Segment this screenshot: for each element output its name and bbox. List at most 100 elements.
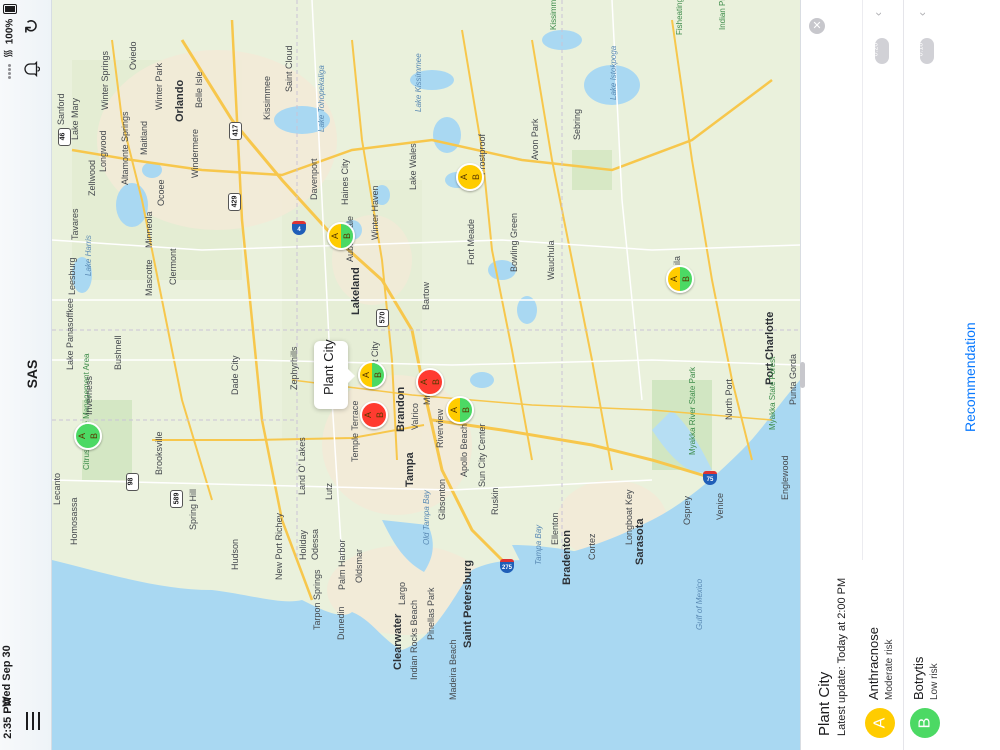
map-place-label: Winter Park xyxy=(154,62,164,110)
map-place-label: Venice xyxy=(715,492,725,520)
map-place-label: Saint Cloud xyxy=(284,45,294,92)
map-place-label: Sebring xyxy=(572,108,582,140)
status-time: 2:35 PM xyxy=(2,697,14,739)
map-place-label: Gibsonton xyxy=(437,478,447,520)
score-pill: 0.26 xyxy=(872,38,889,64)
close-icon: ✕ xyxy=(812,20,822,32)
highway-shield: 429 xyxy=(228,193,241,211)
panel-drag-handle[interactable] xyxy=(800,362,805,388)
map-place-label: Bartow xyxy=(421,281,431,310)
map-place-label: Ocoee xyxy=(156,179,166,206)
risk-marker[interactable]: AB xyxy=(327,222,355,250)
wifi-icon: ᯾ xyxy=(2,48,15,59)
highway-shield: 98 xyxy=(126,473,139,491)
location-callout[interactable]: Plant City xyxy=(314,339,355,409)
disease-risk-level: Moderate risk xyxy=(884,639,895,700)
map-place-label: Englewood xyxy=(780,455,790,500)
chevron-up-icon[interactable]: ‹ xyxy=(915,12,929,16)
menu-icon[interactable] xyxy=(26,712,40,730)
map-place-label: Altamonte Springs xyxy=(120,111,130,185)
map-place-label: Bushnell xyxy=(113,335,123,370)
highway-shield: 46 xyxy=(58,128,71,146)
risk-marker[interactable]: AB xyxy=(416,368,444,396)
marker-half-a: A xyxy=(362,403,374,427)
map-place-label: Indian Rocks Beach xyxy=(409,599,419,680)
map-place-label: Lecanto xyxy=(52,472,62,505)
app-title: SAS xyxy=(24,359,40,389)
map-place-label: Sanford xyxy=(56,93,66,125)
risk-marker[interactable]: AB xyxy=(74,422,102,450)
map-place-label: Mascotte xyxy=(144,259,154,296)
map-place-label: Kissimmee xyxy=(262,75,272,120)
map-place-label: Kissimmee Prairie Preserve xyxy=(549,0,558,30)
risk-marker[interactable]: AB xyxy=(358,361,386,389)
callout-label: Plant City xyxy=(321,339,336,395)
refresh-icon[interactable]: ↻ xyxy=(22,15,44,37)
risk-marker[interactable]: AB xyxy=(446,396,474,424)
map-place-label: Brandon xyxy=(395,386,407,432)
risk-marker[interactable]: AB xyxy=(666,265,694,293)
map-place-label: Zellwood xyxy=(87,159,97,196)
map-place-label: Tampa xyxy=(404,452,416,487)
map-place-label: Zephyrhills xyxy=(289,346,299,390)
marker-half-b: B xyxy=(372,363,384,387)
map-place-label: Bradenton xyxy=(561,530,573,585)
map-place-label: Tampa Bay xyxy=(534,524,543,565)
risk-marker[interactable]: AB xyxy=(456,163,484,191)
last-update-text: Latest update: Today at 2:00 PM xyxy=(836,577,848,736)
map-place-label: Bowling Green xyxy=(509,212,519,272)
marker-half-b: B xyxy=(341,224,353,248)
map-place-label: Inverness xyxy=(84,375,94,415)
disease-name: Anthracnose xyxy=(866,627,881,700)
map-place-label: Palm Harbor xyxy=(337,539,347,590)
marker-half-a: A xyxy=(448,398,460,422)
map-place-label: ila xyxy=(672,255,682,265)
map-place-label: Winter Springs xyxy=(100,50,110,110)
map-place-label: New Port Richey xyxy=(274,512,284,580)
battery-percent: 100% xyxy=(4,18,16,45)
marker-half-a: A xyxy=(418,370,430,394)
panel-title: Plant City xyxy=(816,671,833,736)
map-place-label: Indian Prairie xyxy=(718,0,727,30)
map-place-label: Lakeland xyxy=(350,267,362,315)
map-place-label: Minneola xyxy=(144,211,154,248)
map-place-label: Lake Wales xyxy=(408,143,418,190)
multitask-dots-icon xyxy=(8,64,12,79)
marker-half-a: A xyxy=(458,165,470,189)
map-view[interactable]: Sanford Lake Mary Winter Springs Oviedo Long… xyxy=(52,0,800,750)
marker-half-a: A xyxy=(668,267,680,291)
map-place-label: Odessa xyxy=(310,528,320,560)
map-place-label: Saint Petersburg xyxy=(462,559,474,648)
bell-icon[interactable] xyxy=(22,58,44,80)
map-place-label: Windermere xyxy=(190,128,200,178)
map-place-label: Fisheating Creek xyxy=(675,0,684,35)
map-place-label: Valrico xyxy=(410,403,420,430)
interstate-shield: 75 xyxy=(703,471,717,485)
marker-half-b: B xyxy=(374,403,386,427)
map-place-label: Lake Kissimmee xyxy=(414,53,423,112)
risk-marker[interactable]: AB xyxy=(360,401,388,429)
highway-shield: 570 xyxy=(376,309,389,327)
chevron-up-icon[interactable]: ‹ xyxy=(871,12,885,16)
marker-half-a: A xyxy=(329,224,341,248)
map-place-label: Longboat Key xyxy=(624,489,634,545)
marker-half-b: B xyxy=(430,370,442,394)
map-place-label: Holiday xyxy=(298,529,308,560)
map-place-label: Riverview xyxy=(435,408,445,448)
interstate-shield: 4 xyxy=(292,221,306,235)
map-place-label: Haines City xyxy=(340,158,350,205)
map-place-label: Winter Haven xyxy=(370,185,380,240)
map-place-label: Fort Meade xyxy=(466,218,476,265)
map-place-label: Longwood xyxy=(98,130,108,172)
close-button[interactable]: ✕ xyxy=(809,18,825,34)
recommendation-button[interactable]: Recommendation xyxy=(962,322,978,432)
map-place-label: Orlando xyxy=(174,79,186,122)
map-place-label: Old Tampa Bay xyxy=(422,490,431,545)
map-place-label: Homosassa xyxy=(69,497,79,545)
map-place-label: Belle Isle xyxy=(194,71,204,108)
disease-risk-level: Low risk xyxy=(929,663,940,700)
disease-name: Botrytis xyxy=(911,656,926,700)
map-place-label: Lutz xyxy=(324,482,334,500)
map-place-label: Largo xyxy=(397,581,407,605)
marker-half-a: A xyxy=(360,363,372,387)
